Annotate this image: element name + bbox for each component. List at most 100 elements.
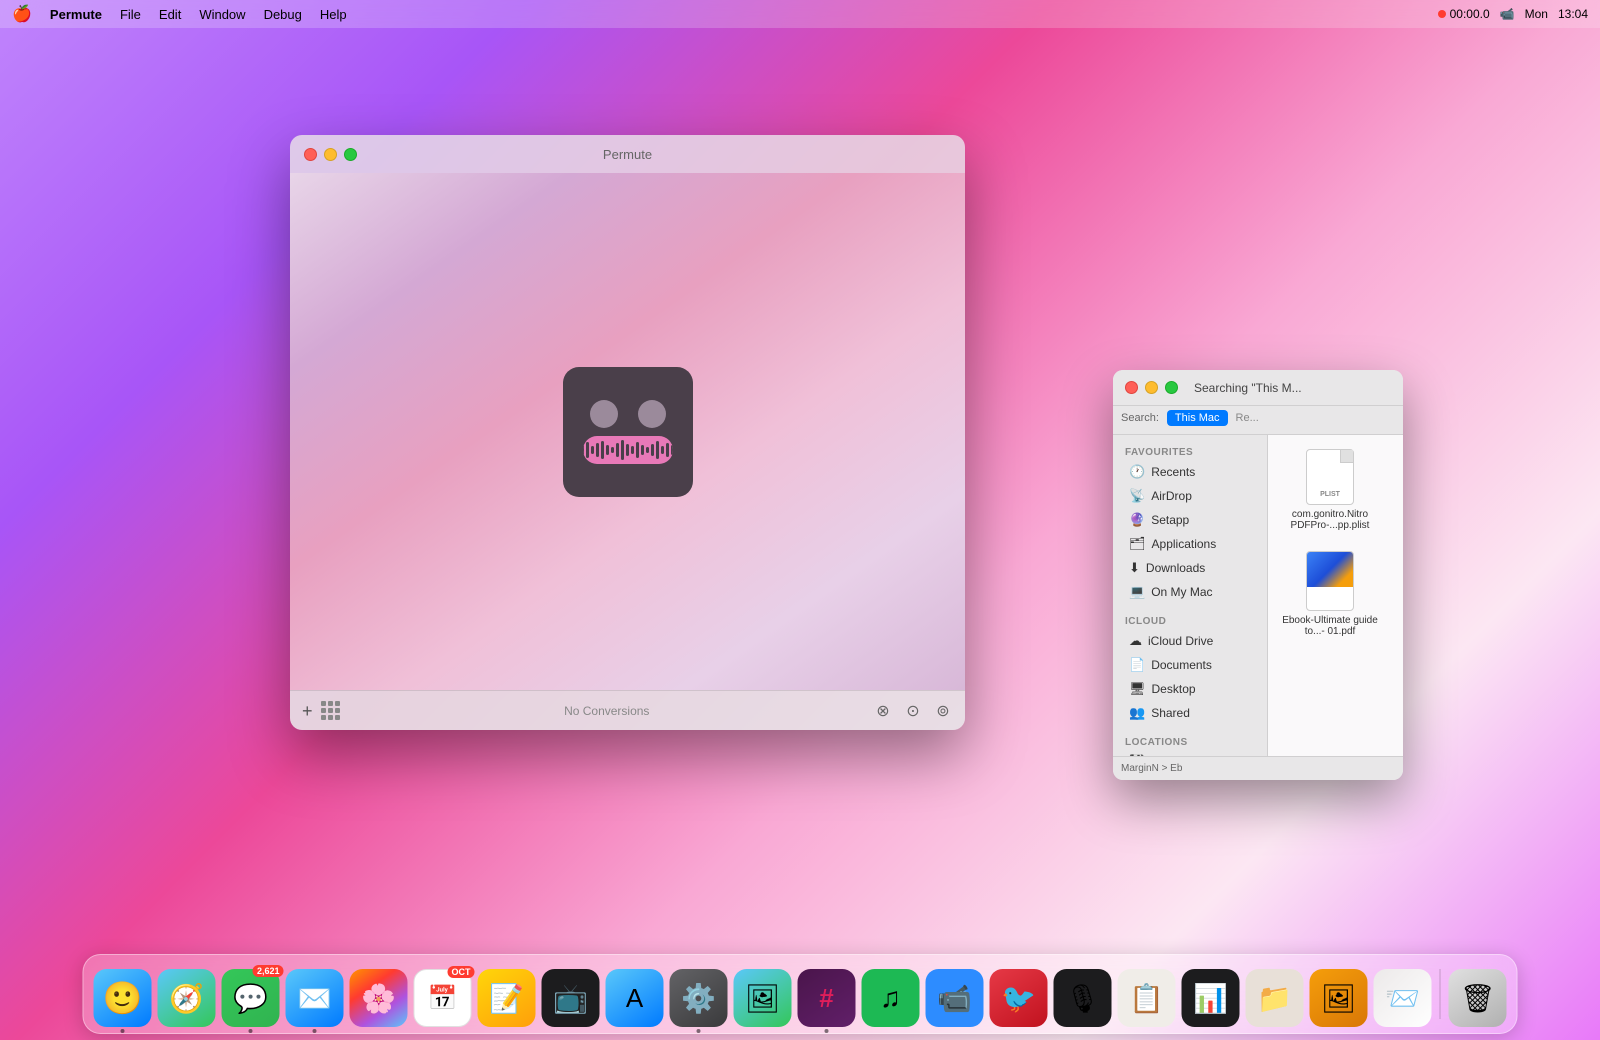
search-recent-button[interactable]: Re... [1236, 412, 1259, 424]
desktop-label: Desktop [1152, 682, 1196, 696]
finder-window-buttons [1125, 381, 1178, 394]
sidebar-item-setapp[interactable]: 🔮 Setapp [1117, 508, 1263, 532]
maximize-button[interactable] [344, 148, 357, 161]
dock-item-photos[interactable]: 🌸 [350, 969, 408, 1027]
dock-item-finder[interactable]: 🙂 [94, 969, 152, 1027]
pdf-file-name: Ebook-Ultimate guide to...- 01.pdf [1280, 615, 1380, 637]
system-prefs-active-dot [697, 1029, 701, 1033]
grid-dot [335, 701, 340, 706]
recents-icon: 🕐 [1129, 464, 1145, 480]
dock-item-appletv[interactable]: 📺 [542, 969, 600, 1027]
sidebar-item-onmymac[interactable]: 💻 On My Mac [1117, 580, 1263, 604]
menu-debug[interactable]: Debug [264, 7, 302, 22]
menubar: 🍎 Permute File Edit Window Debug Help 00… [0, 0, 1600, 28]
shared-label: Shared [1151, 706, 1190, 720]
menu-edit[interactable]: Edit [159, 7, 181, 22]
wave-bar [611, 447, 614, 453]
robot-eye-right [638, 400, 666, 428]
dock-item-sticky-notes[interactable]: 📋 [1118, 969, 1176, 1027]
dock-item-notes[interactable]: 📝 [478, 969, 536, 1027]
recording-time: 00:00.0 [1450, 7, 1490, 21]
sidebar-item-icloud-drive[interactable]: ☁ iCloud Drive [1117, 629, 1263, 653]
finder-titlebar: Searching "This M... [1113, 370, 1403, 406]
dock-item-preview[interactable]: 🖼 [734, 969, 792, 1027]
info-icon[interactable]: ⊚ [933, 701, 953, 721]
sidebar-item-airdrop[interactable]: 📡 AirDrop [1117, 484, 1263, 508]
dock-item-safari[interactable]: 🧭 [158, 969, 216, 1027]
wave-bar [636, 442, 639, 458]
close-button[interactable] [304, 148, 317, 161]
finder-window-title: Searching "This M... [1194, 381, 1302, 395]
finder-sidebar: Favourites 🕐 Recents 📡 AirDrop 🔮 Setapp … [1113, 435, 1268, 756]
desktop-icon: 🖥 [1129, 681, 1146, 697]
menu-file[interactable]: File [120, 7, 141, 22]
sidebar-item-recents[interactable]: 🕐 Recents [1117, 460, 1263, 484]
mail2-dock-icon: 📨 [1385, 982, 1420, 1015]
onmymac-icon: 💻 [1129, 584, 1145, 600]
preview-dock-icon: 🖼 [745, 982, 781, 1015]
shared-icon: 👥 [1129, 705, 1145, 721]
sidebar-item-downloads[interactable]: ⬇ Downloads [1117, 556, 1263, 580]
mail-dock-icon: ✉️ [297, 982, 332, 1015]
dock-item-system-preferences[interactable]: ⚙️ [670, 969, 728, 1027]
menu-window[interactable]: Window [199, 7, 245, 22]
dock-item-slack[interactable]: # [798, 969, 856, 1027]
sidebar-item-desktop[interactable]: 🖥 Desktop [1117, 677, 1263, 701]
dock-item-calendar[interactable]: 📅 OCT [414, 969, 472, 1027]
permute-content [290, 173, 965, 690]
finder-minimize-button[interactable] [1145, 381, 1158, 394]
apple-menu[interactable]: 🍎 [12, 4, 32, 24]
trash-dock-icon: 🗑 [1460, 982, 1496, 1015]
toolbar-left: + [302, 701, 341, 721]
sidebar-item-shared[interactable]: 👥 Shared [1117, 701, 1263, 725]
dock-item-robinhd[interactable]: 🐦 [990, 969, 1048, 1027]
dock-item-castaway[interactable]: 🎙 [1054, 969, 1112, 1027]
add-file-button[interactable]: + [302, 702, 313, 720]
finder-file-plist[interactable]: PLIST com.gonitro.Nitro PDFPro-...pp.pli… [1276, 443, 1384, 537]
dock-item-files[interactable]: 📁 [1246, 969, 1304, 1027]
dock-item-messages[interactable]: 💬 2,621 [222, 969, 280, 1027]
wave-bar [651, 444, 654, 456]
finder-close-button[interactable] [1125, 381, 1138, 394]
dock-item-slides[interactable]: 🖼 [1310, 969, 1368, 1027]
settings-grid-button[interactable] [321, 701, 341, 721]
pdf-cover [1307, 552, 1353, 587]
dock-item-mail2[interactable]: 📨 [1374, 969, 1432, 1027]
finder-maximize-button[interactable] [1165, 381, 1178, 394]
zoom-dock-icon: 📹 [937, 982, 972, 1015]
dock-item-trash[interactable]: 🗑 [1449, 969, 1507, 1027]
airdrop-label: AirDrop [1151, 489, 1192, 503]
messages-badge: 2,621 [253, 965, 284, 977]
sidebar-item-documents[interactable]: 📄 Documents [1117, 653, 1263, 677]
finder-body: Favourites 🕐 Recents 📡 AirDrop 🔮 Setapp … [1113, 435, 1403, 756]
dock-item-appstore[interactable]: A [606, 969, 664, 1027]
dock-item-spotify[interactable]: ♫ [862, 969, 920, 1027]
wave-bar [601, 441, 604, 459]
wave-bar [641, 445, 644, 455]
grid-dot [335, 715, 340, 720]
finder-file-pdf[interactable]: Ebook-Ultimate guide to...- 01.pdf [1276, 545, 1384, 643]
recording-indicator: 00:00.0 [1438, 7, 1490, 21]
plist-file-icon: PLIST [1306, 449, 1354, 505]
wave-bar [646, 447, 649, 453]
mail-active-dot [313, 1029, 317, 1033]
search-this-mac-button[interactable]: This Mac [1167, 410, 1228, 426]
minimize-button[interactable] [324, 148, 337, 161]
setapp-icon: 🔮 [1129, 512, 1145, 528]
dock-item-mail[interactable]: ✉️ [286, 969, 344, 1027]
finder-breadcrumb: MarginN > Eb [1113, 756, 1403, 780]
wave-bar [596, 443, 599, 457]
menu-help[interactable]: Help [320, 7, 347, 22]
dock-item-stats[interactable]: 📊 [1182, 969, 1240, 1027]
dock-item-zoom[interactable]: 📹 [926, 969, 984, 1027]
permute-toolbar: + No Conversions ⊗ ⊙ ⊚ [290, 690, 965, 730]
clock-icon[interactable]: ⊙ [903, 701, 923, 721]
stop-icon[interactable]: ⊗ [873, 701, 893, 721]
window-buttons [304, 148, 357, 161]
wave-bar [591, 446, 594, 454]
menubar-camera-icon: 📹 [1500, 7, 1515, 21]
airdrop-icon: 📡 [1129, 488, 1145, 504]
finder-active-dot [121, 1029, 125, 1033]
toolbar-right: ⊗ ⊙ ⊚ [873, 701, 953, 721]
sidebar-item-applications[interactable]: 🗂 Applications [1117, 532, 1263, 556]
